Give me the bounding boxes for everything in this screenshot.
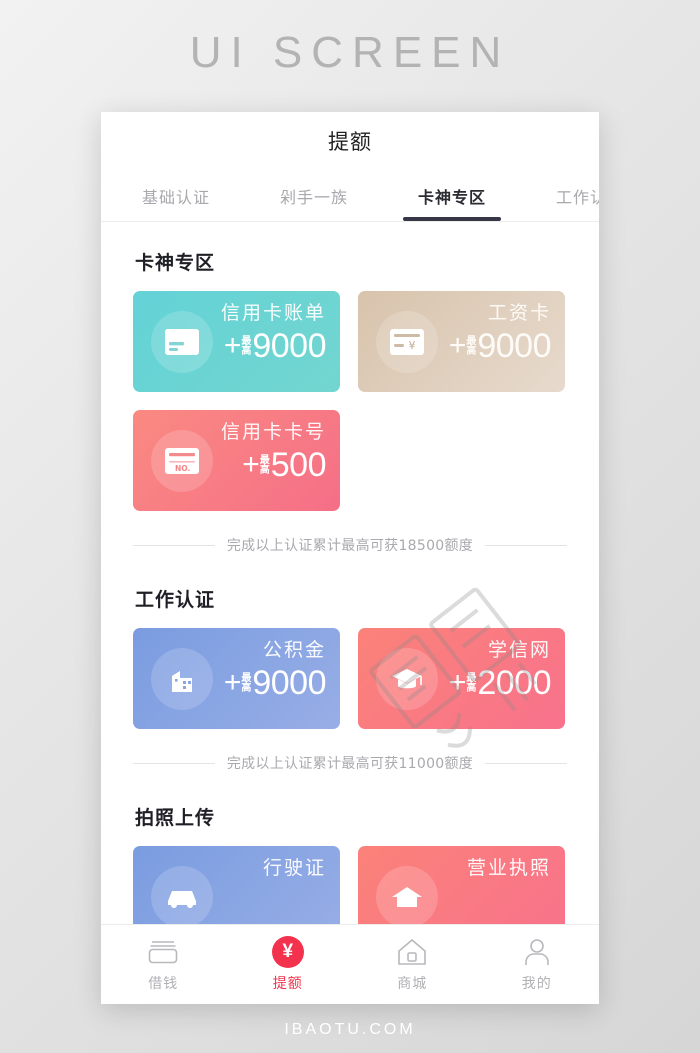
app-header: 提额 xyxy=(101,112,599,170)
tab-1[interactable]: 基础认证 xyxy=(107,170,245,221)
card-text-column: 行驶证 xyxy=(263,857,326,880)
card-amount-row: + 最高 500 xyxy=(221,448,326,482)
card-text-column: 信用卡卡号 + 最高 500 xyxy=(220,421,327,482)
svg-text:¥: ¥ xyxy=(409,339,416,352)
building-icon xyxy=(151,647,213,710)
card-label: 学信网 xyxy=(487,639,551,661)
app-header-title: 提额 xyxy=(328,130,372,154)
max-label: 最高 xyxy=(259,455,270,479)
card-grid: 信用卡账单 + 最高 9000 ¥ 工资卡 + 最高 9000 NO. 信用卡卡号 + 最高 500 xyxy=(133,291,567,511)
card-amount-row: + 最高 2000 xyxy=(448,663,552,702)
credit-card-tile[interactable]: NO. 信用卡卡号 + 最高 500 xyxy=(133,410,340,511)
yuan-circle-icon: ¥ xyxy=(271,935,304,968)
section-title: 工作认证 xyxy=(135,589,216,611)
section-title: 卡神专区 xyxy=(135,252,216,274)
credit-card-tile[interactable]: 公积金 + 最高 9000 xyxy=(133,628,340,729)
card-text-column: 信用卡账单 + 最高 9000 xyxy=(220,302,327,365)
footer-brand: IBAOTU.COM xyxy=(284,1021,416,1038)
card-text-column: 学信网 + 最高 2000 xyxy=(448,639,552,702)
divider-line-right xyxy=(485,544,567,546)
svg-text:NO.: NO. xyxy=(175,464,190,473)
section-note-text: 完成以上认证累计最高可获11000额度 xyxy=(226,756,474,772)
max-label: 最高 xyxy=(466,336,477,360)
home-icon xyxy=(397,937,427,967)
tab-label: 基础认证 xyxy=(141,187,210,207)
person-icon xyxy=(523,937,551,967)
card-amount: 9000 xyxy=(477,326,551,365)
tab-label: 工作认证 xyxy=(555,187,599,207)
tab-label: 卡神专区 xyxy=(417,187,486,207)
section-note: 完成以上认证累计最高可获18500额度 xyxy=(133,535,567,555)
card-amount-row: + 最高 9000 xyxy=(223,663,327,702)
card-amount: 9000 xyxy=(252,663,326,702)
card-text-column: 营业执照 xyxy=(467,857,551,880)
max-label-bottom: 高 xyxy=(466,682,477,694)
credit-card-tile[interactable]: 学信网 + 最高 2000 xyxy=(358,628,565,729)
tab-2[interactable]: 剁手一族 xyxy=(245,170,383,221)
graduation-cap-icon xyxy=(376,647,438,710)
max-label-bottom: 高 xyxy=(466,345,477,357)
plus-sign: + xyxy=(223,328,242,362)
page-title: UI SCREEN xyxy=(189,28,511,77)
card-label: 工资卡 xyxy=(487,302,551,324)
card-amount-row: + 最高 9000 xyxy=(221,326,327,365)
plus-sign: + xyxy=(448,328,467,362)
card-label: 营业执照 xyxy=(466,857,551,879)
section-note: 完成以上认证累计最高可获11000额度 xyxy=(133,753,567,773)
card-grid: 公积金 + 最高 9000 学信网 + 最高 2000 xyxy=(133,628,567,729)
max-label-bottom: 高 xyxy=(241,682,252,694)
tab-4[interactable]: 工作认证 xyxy=(521,170,599,221)
plus-sign: + xyxy=(242,447,260,481)
section-title: 拍照上传 xyxy=(135,807,216,829)
card-amount-row: + 最高 9000 xyxy=(448,326,552,365)
max-label: 最高 xyxy=(241,336,252,360)
card-text-column: 工资卡 + 最高 9000 xyxy=(448,302,552,365)
nav-item-4[interactable]: 我的 xyxy=(475,937,600,993)
tab-3[interactable]: 卡神专区 xyxy=(383,170,521,221)
credit-card-tile[interactable]: ¥ 工资卡 + 最高 9000 xyxy=(358,291,565,392)
nav-item-label: 商城 xyxy=(397,975,428,992)
divider-line-left xyxy=(133,544,215,546)
nav-item-label: 提额 xyxy=(272,975,303,992)
credit-card-tile[interactable]: 信用卡账单 + 最高 9000 xyxy=(133,291,340,392)
nav-item-1[interactable]: 借钱 xyxy=(101,937,226,993)
credit-card-bill-icon xyxy=(151,310,213,373)
divider-line-left xyxy=(133,762,215,764)
yuan-symbol: ¥ xyxy=(271,935,304,968)
nav-item-label: 借钱 xyxy=(148,975,179,992)
nav-item-2[interactable]: ¥ 提额 xyxy=(226,935,351,993)
card-label: 公积金 xyxy=(262,639,326,661)
max-label: 最高 xyxy=(466,673,477,697)
section-note-text: 完成以上认证累计最高可获18500额度 xyxy=(226,538,474,554)
tab-label: 剁手一族 xyxy=(279,187,348,207)
license-icon xyxy=(376,865,438,928)
max-label: 最高 xyxy=(241,673,252,697)
salary-card-icon: ¥ xyxy=(376,310,438,373)
card-amount: 9000 xyxy=(252,326,326,365)
wallet-icon xyxy=(148,937,178,967)
max-label-bottom: 高 xyxy=(241,345,252,357)
plus-sign: + xyxy=(223,665,242,699)
nav-item-3[interactable]: 商城 xyxy=(350,937,475,993)
car-icon xyxy=(151,865,213,928)
card-number-icon: NO. xyxy=(151,429,213,492)
divider-line-right xyxy=(485,762,567,764)
content-scroll-area[interactable]: 卡神专区 信用卡账单 + 最高 9000 ¥ 工资卡 + 最高 9000 NO. 信用卡卡号 + 最高 50… xyxy=(101,222,599,1004)
card-amount: 2000 xyxy=(477,663,551,702)
phone-frame: 提额 基础认证剁手一族卡神专区工作认证 卡神专区信用卡账单+最高9000¥工资卡… xyxy=(101,112,599,1004)
bottom-navigation-bar: 借钱 ¥ 提额 商城 我的 xyxy=(101,924,599,1004)
card-amount: 500 xyxy=(270,445,327,484)
max-label-bottom: 高 xyxy=(259,464,270,476)
nav-item-label: 我的 xyxy=(521,975,552,992)
card-text-column: 公积金 + 最高 9000 xyxy=(223,639,327,702)
tab-bar: 基础认证 剁手一族 卡神专区 工作认证 xyxy=(101,170,599,222)
card-label: 行驶证 xyxy=(262,857,326,879)
card-label: 信用卡账单 xyxy=(220,302,326,324)
plus-sign: + xyxy=(448,665,467,699)
card-label: 信用卡卡号 xyxy=(220,421,326,443)
